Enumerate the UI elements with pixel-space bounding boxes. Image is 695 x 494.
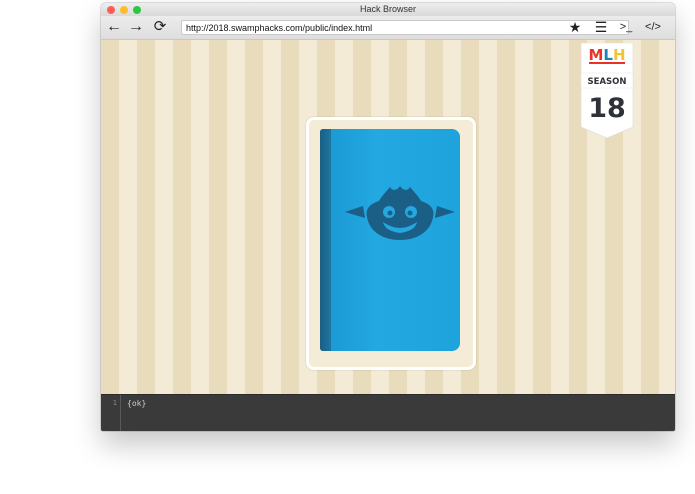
minimize-window-button[interactable] <box>120 6 128 14</box>
svg-text:MLH: MLH <box>588 46 625 64</box>
browser-window: Hack Browser ← → ⟳ http://2018.swamphack… <box>101 3 675 431</box>
forward-arrow-icon[interactable]: → <box>128 17 144 37</box>
browser-toolbar: ← → ⟳ http://2018.swamphacks.com/public/… <box>101 16 675 40</box>
badge-season-label: SEASON <box>588 77 627 87</box>
list-icon[interactable]: ☰ <box>593 17 609 37</box>
terminal-icon[interactable]: >_ <box>616 17 636 37</box>
book-cover <box>320 129 460 351</box>
book-card[interactable] <box>306 117 476 370</box>
mlh-logo: MLH <box>588 46 626 64</box>
mlh-season-badge[interactable]: MLH SEASON 18 <box>579 43 635 139</box>
line-number-gutter: 1 <box>101 395 121 431</box>
monkey-mascot-icon <box>345 186 455 240</box>
console-code-line[interactable]: {ok} <box>127 399 146 408</box>
window-title: Hack Browser <box>359 4 416 14</box>
page-content: MLH SEASON 18 <box>101 40 675 394</box>
maximize-window-button[interactable] <box>133 6 141 14</box>
back-arrow-icon[interactable]: ← <box>106 17 122 37</box>
book-spine <box>320 129 331 351</box>
title-bar: Hack Browser <box>101 3 675 16</box>
bookmark-star-icon[interactable]: ★ <box>567 17 583 37</box>
badge-season-number: 18 <box>588 93 626 124</box>
reload-icon[interactable]: ⟳ <box>152 17 168 37</box>
code-icon[interactable]: </> <box>642 17 664 37</box>
url-input[interactable]: http://2018.swamphacks.com/public/index.… <box>181 20 629 35</box>
close-window-button[interactable] <box>107 6 115 14</box>
code-console[interactable]: 1 {ok} <box>101 394 675 431</box>
